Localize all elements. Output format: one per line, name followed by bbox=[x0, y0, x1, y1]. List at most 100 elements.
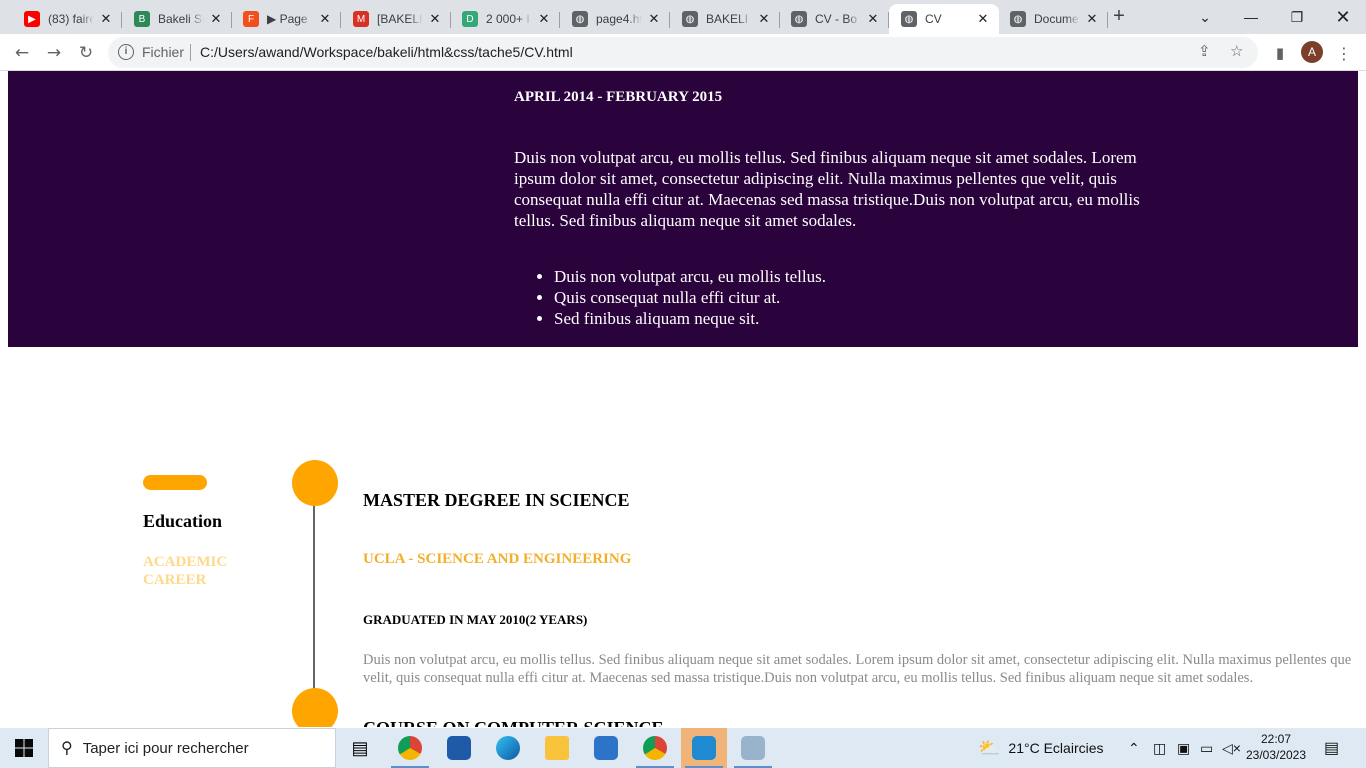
close-tab-icon[interactable]: ✕ bbox=[646, 11, 662, 27]
minimize-button[interactable]: — bbox=[1228, 0, 1274, 34]
page-viewport: APRIL 2014 - FEBRUARY 2015 Duis non volu… bbox=[0, 71, 1366, 727]
bookmark-star-icon[interactable]: ☆ bbox=[1230, 42, 1243, 60]
figma-icon: F bbox=[243, 11, 259, 27]
browser-toolbar: ← → ↻ i Fichier C:/Users/awand/Workspace… bbox=[0, 34, 1366, 71]
store-icon[interactable] bbox=[436, 728, 482, 768]
tab-title: CV bbox=[925, 12, 942, 26]
list-item: Sed finibus aliquam neque sit. bbox=[554, 308, 826, 329]
timeline-dot bbox=[292, 460, 338, 506]
tab[interactable]: ◍ CV - Bo ✕ bbox=[779, 4, 889, 34]
taskbar-search[interactable]: ⚲ Taper ici pour rechercher bbox=[48, 728, 336, 768]
experience-bullets: Duis non volutpat arcu, eu mollis tellus… bbox=[514, 266, 826, 329]
education-subheading: ACADEMIC CAREER bbox=[143, 554, 228, 588]
close-tab-icon[interactable]: ✕ bbox=[756, 11, 772, 27]
tab[interactable]: D 2 000+ I ✕ bbox=[450, 4, 560, 34]
back-button[interactable]: ← bbox=[8, 39, 36, 67]
entry-title: MASTER DEGREE IN SCIENCE bbox=[363, 490, 630, 510]
restore-button[interactable]: ❐ bbox=[1274, 0, 1320, 34]
d-icon: D bbox=[462, 11, 478, 27]
file-explorer-icon[interactable] bbox=[534, 728, 580, 768]
divider bbox=[190, 44, 191, 61]
tab-title: Bakeli SI bbox=[158, 12, 204, 26]
close-tab-icon[interactable]: ✕ bbox=[98, 11, 114, 27]
globe-icon: ◍ bbox=[1010, 11, 1026, 27]
timeline-dot bbox=[292, 688, 338, 727]
address-bar[interactable]: i Fichier C:/Users/awand/Workspace/bakel… bbox=[108, 37, 1258, 68]
partly-sunny-icon: ⛅ bbox=[978, 737, 1001, 758]
globe-icon: ◍ bbox=[572, 11, 588, 27]
volume-mute-icon[interactable]: ◁× bbox=[1222, 728, 1241, 768]
site-info-icon[interactable]: i bbox=[118, 44, 134, 60]
tab[interactable]: ◍ CV ✕ bbox=[889, 4, 999, 34]
close-tab-icon[interactable]: ✕ bbox=[975, 11, 991, 27]
close-tab-icon[interactable]: ✕ bbox=[427, 11, 443, 27]
globe-icon: ◍ bbox=[682, 11, 698, 27]
tab[interactable]: ◍ Docume ✕ bbox=[998, 4, 1108, 34]
close-tab-icon[interactable]: ✕ bbox=[317, 11, 333, 27]
meet-now-icon[interactable]: ◫ bbox=[1153, 728, 1166, 768]
entry-school: UCLA - SCIENCE AND ENGINEERING bbox=[363, 551, 632, 567]
close-window-button[interactable]: ✕ bbox=[1320, 0, 1366, 34]
close-tab-icon[interactable]: ✕ bbox=[1084, 11, 1100, 27]
entry-graduated: GRADUATED IN MAY 2010(2 YEARS) bbox=[363, 612, 588, 627]
globe-icon: ◍ bbox=[901, 11, 917, 27]
clock-date: 23/03/2023 bbox=[1245, 748, 1307, 762]
avatar[interactable]: A bbox=[1301, 41, 1323, 63]
close-tab-icon[interactable]: ✕ bbox=[536, 11, 552, 27]
network-icon[interactable]: ▣ bbox=[1177, 728, 1190, 768]
system-clock[interactable]: 22:07 23/03/2023 bbox=[1240, 731, 1312, 763]
edge-icon[interactable] bbox=[485, 728, 531, 768]
show-hidden-icons-icon[interactable]: ⌃ bbox=[1128, 728, 1140, 768]
search-icon: ⚲ bbox=[61, 740, 73, 757]
experience-section: APRIL 2014 - FEBRUARY 2015 Duis non volu… bbox=[8, 71, 1358, 347]
tab-title: (83) faire bbox=[48, 12, 94, 26]
new-tab-button[interactable]: + bbox=[1108, 6, 1130, 28]
side-panel-icon[interactable]: ▮ bbox=[1266, 39, 1294, 67]
vscode-icon[interactable] bbox=[681, 728, 727, 768]
entry-description: Duis non volutpat arcu, eu mollis tellus… bbox=[363, 652, 1352, 686]
notifications-icon[interactable]: ▤ bbox=[1324, 728, 1339, 768]
start-button[interactable] bbox=[0, 728, 48, 768]
photos-icon[interactable] bbox=[730, 728, 776, 768]
experience-paragraph: Duis non volutpat arcu, eu mollis tellus… bbox=[514, 148, 1140, 230]
tab-title: ▶ Page bbox=[267, 12, 308, 26]
tab[interactable]: F ▶ Page ✕ bbox=[231, 4, 341, 34]
list-item: Duis non volutpat arcu, eu mollis tellus… bbox=[554, 266, 826, 287]
experience-date: APRIL 2014 - FEBRUARY 2015 bbox=[514, 89, 723, 105]
weather-text: 21°C Eclaircies bbox=[1008, 740, 1104, 756]
reload-button[interactable]: ↻ bbox=[72, 39, 100, 67]
section-accent-bar bbox=[143, 475, 207, 490]
scheme-label: Fichier bbox=[142, 44, 185, 60]
chrome-profile-icon[interactable] bbox=[632, 728, 678, 768]
tab-title: page4.ht bbox=[596, 12, 642, 26]
taskbar: ⚲ Taper ici pour rechercher ▤ ⛅ 21°C Ecl… bbox=[0, 728, 1366, 768]
globe-icon: ◍ bbox=[791, 11, 807, 27]
share-icon[interactable]: ⇪ bbox=[1198, 42, 1211, 60]
tab-title: 2 000+ I bbox=[486, 12, 530, 26]
task-view-icon[interactable]: ▤ bbox=[337, 728, 383, 768]
battery-icon[interactable]: ▭ bbox=[1200, 728, 1213, 768]
menu-kebab-icon[interactable]: ⋮ bbox=[1330, 39, 1358, 67]
tab-title: Docume bbox=[1034, 12, 1079, 26]
tab-title: [BAKELI] bbox=[377, 12, 423, 26]
entry-title: COURSE ON COMPUTER SCIENCE bbox=[363, 718, 664, 727]
bakeli-icon: B bbox=[134, 11, 150, 27]
url-text[interactable]: C:/Users/awand/Workspace/bakeli/html&css… bbox=[200, 44, 573, 60]
tab[interactable]: ◍ BAKELI ✕ bbox=[670, 4, 780, 34]
forward-button[interactable]: → bbox=[40, 39, 68, 67]
windows-logo-icon bbox=[15, 739, 33, 757]
close-tab-icon[interactable]: ✕ bbox=[208, 11, 224, 27]
clock-time: 22:07 bbox=[1260, 732, 1292, 746]
tab[interactable]: B Bakeli SI ✕ bbox=[122, 4, 232, 34]
tab-search-icon[interactable]: ⌄ bbox=[1182, 0, 1228, 34]
mail-icon[interactable] bbox=[583, 728, 629, 768]
tab-title: BAKELI bbox=[706, 12, 749, 26]
chrome-icon[interactable] bbox=[387, 728, 433, 768]
weather-widget[interactable]: ⛅ 21°C Eclaircies bbox=[978, 728, 1104, 768]
search-placeholder: Taper ici pour rechercher bbox=[82, 739, 249, 757]
tab[interactable]: ◍ page4.ht ✕ bbox=[560, 4, 670, 34]
close-tab-icon[interactable]: ✕ bbox=[865, 11, 881, 27]
tab[interactable]: ▶ (83) faire ✕ bbox=[12, 4, 122, 34]
tab-strip: ▶ (83) faire ✕ B Bakeli SI ✕ F ▶ Page ✕ M [BAKELI]… bbox=[0, 0, 1366, 34]
tab[interactable]: M [BAKELI] ✕ bbox=[341, 4, 451, 34]
